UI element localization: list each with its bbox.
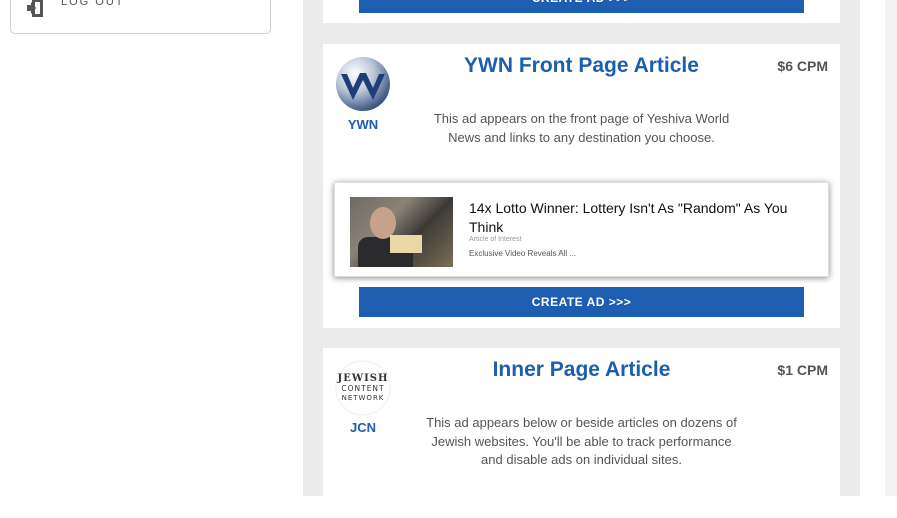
right-gutter	[885, 0, 897, 496]
ywn-logo	[336, 57, 390, 111]
ad-preview-headline: 14x Lotto Winner: Lottery Isn't As "Rand…	[469, 200, 788, 235]
jcn-logo: JEWISH CONTENT NETWORK	[335, 360, 391, 416]
ad-option-card-previous: CREATE AD >>>	[323, 0, 840, 23]
logout-icon	[27, 0, 43, 17]
svg-text:NETWORK: NETWORK	[342, 394, 385, 402]
create-ad-button[interactable]: CREATE AD >>>	[359, 287, 804, 317]
sidebar-menu: LOG OUT	[10, 0, 271, 34]
ad-option-title: Inner Page Article	[492, 358, 671, 381]
create-ad-button[interactable]: CREATE AD >>>	[359, 0, 804, 13]
ad-preview: 14x Lotto Winner: Lottery Isn't As "Rand…	[334, 182, 829, 277]
ad-preview-subtext: Exclusive Video Reveals All ...	[469, 249, 577, 258]
ad-preview-tag: Article of Interest	[469, 236, 522, 243]
ad-option-price: $1 CPM	[777, 362, 828, 378]
logout-label: LOG OUT	[61, 0, 125, 8]
ad-preview-image	[350, 197, 453, 267]
ad-option-description: This ad appears on the front page of Yes…	[433, 111, 730, 145]
jcn-short-name: JCN	[349, 420, 376, 435]
logout-link[interactable]: LOG OUT	[27, 0, 125, 19]
ad-option-title: YWN Front Page Article	[464, 54, 699, 77]
ad-option-price: $6 CPM	[777, 58, 828, 74]
ywn-short-name: YWN	[347, 117, 379, 132]
svg-text:CONTENT: CONTENT	[341, 384, 384, 393]
ad-option-description: This ad appears below or beside articles…	[426, 415, 737, 467]
ad-option-card-jcn: JEWISH CONTENT NETWORK JCN Inner Page Ar…	[323, 348, 840, 518]
ad-option-card-ywn: YWN YWN Front Page Article $6 CPM This a…	[323, 44, 840, 328]
svg-text:JEWISH: JEWISH	[337, 373, 389, 384]
